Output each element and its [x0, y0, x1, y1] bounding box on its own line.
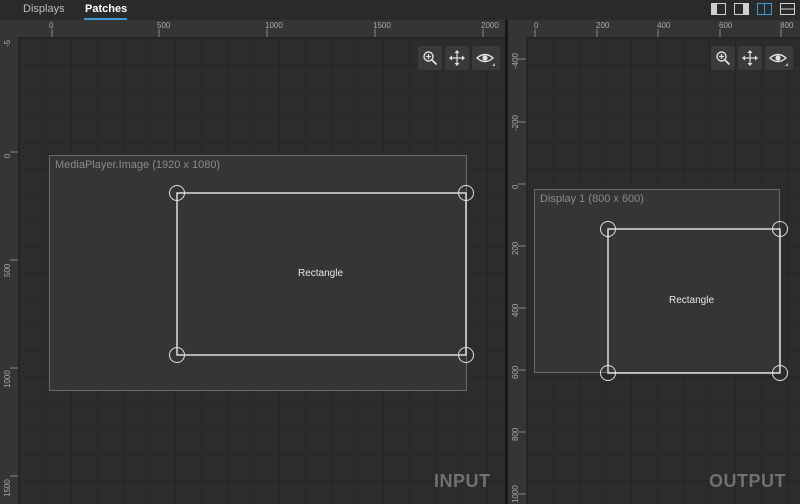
layout-left-button[interactable]	[711, 3, 726, 15]
layout-buttons	[711, 3, 795, 15]
tab-patches[interactable]: Patches	[85, 3, 127, 15]
corner-handle-bottom-right[interactable]	[772, 365, 788, 381]
corner-handle-top-right[interactable]	[458, 185, 474, 201]
layout-split-button[interactable]	[757, 3, 772, 15]
layout-stack-button[interactable]	[780, 3, 795, 15]
rectangle-label: Rectangle	[298, 268, 344, 279]
input-watermark: INPUT	[434, 471, 491, 491]
output-panel: 0 200 400 600 800 -400 -200 0 200 400 60…	[508, 20, 800, 504]
corner-handle-top-left[interactable]	[600, 221, 616, 237]
corner-handle-top-right[interactable]	[772, 221, 788, 237]
top-tab-bar: Displays Patches	[0, 0, 800, 20]
corner-handle-bottom-left[interactable]	[169, 347, 185, 363]
rectangle-label: Rectangle	[669, 295, 715, 306]
layout-stack-icon	[780, 3, 795, 15]
input-patch-shape	[176, 192, 467, 356]
input-panel: 0 500 1000 1500 2000 -5 0 500 1000 1500	[0, 20, 505, 504]
layout-right-button[interactable]	[734, 3, 749, 15]
layout-right-icon	[734, 3, 749, 15]
tab-displays[interactable]: Displays	[23, 3, 65, 15]
corner-handle-bottom-right[interactable]	[458, 347, 474, 363]
corner-handle-bottom-left[interactable]	[600, 365, 616, 381]
layout-left-icon	[711, 3, 726, 15]
output-watermark: OUTPUT	[709, 471, 786, 491]
output-patch-shape	[607, 228, 781, 374]
layout-split-icon	[757, 3, 772, 15]
corner-handle-top-left[interactable]	[169, 185, 185, 201]
